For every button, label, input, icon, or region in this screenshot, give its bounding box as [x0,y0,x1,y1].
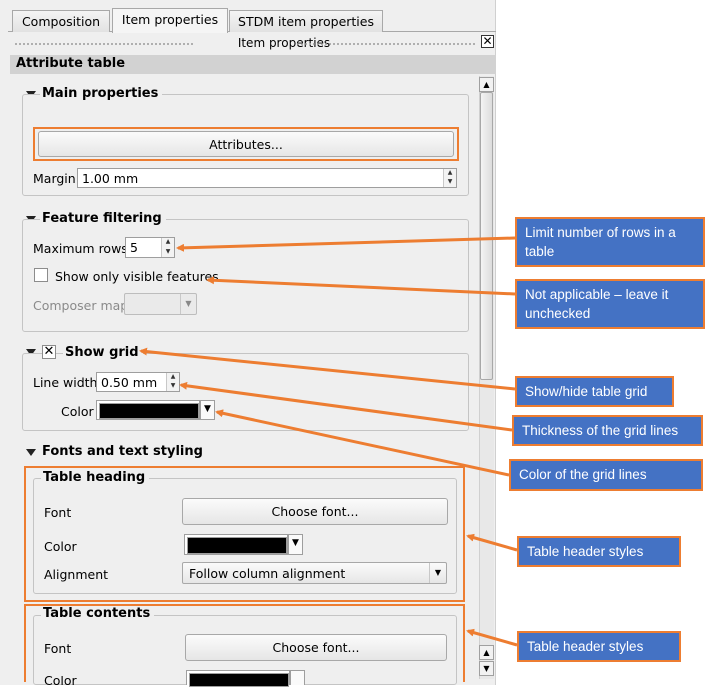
tab-item-properties[interactable]: Item properties [112,8,228,33]
annotation-arrows [139,236,518,647]
arrow-max-rows [176,236,516,252]
arrow-grid-color [215,409,510,477]
arrow-table-contents [466,628,518,647]
tab-label: Item properties [121,12,219,27]
arrow-show-grid [139,347,516,391]
callout-max-rows: Limit number of rows in a table [515,217,705,267]
callout-table-heading: Table header styles [517,536,681,567]
callout-line-width: Thickness of the grid lines [512,415,703,446]
callout-grid-color: Color of the grid lines [509,459,703,491]
callout-visible-features: Not applicable – leave it unchecked [515,279,705,329]
callout-show-grid: Show/hide table grid [515,376,674,407]
arrow-line-width [179,381,513,432]
callout-table-contents: Table header styles [517,631,681,662]
arrow-visible-features [206,276,516,296]
arrow-table-heading [466,533,518,552]
